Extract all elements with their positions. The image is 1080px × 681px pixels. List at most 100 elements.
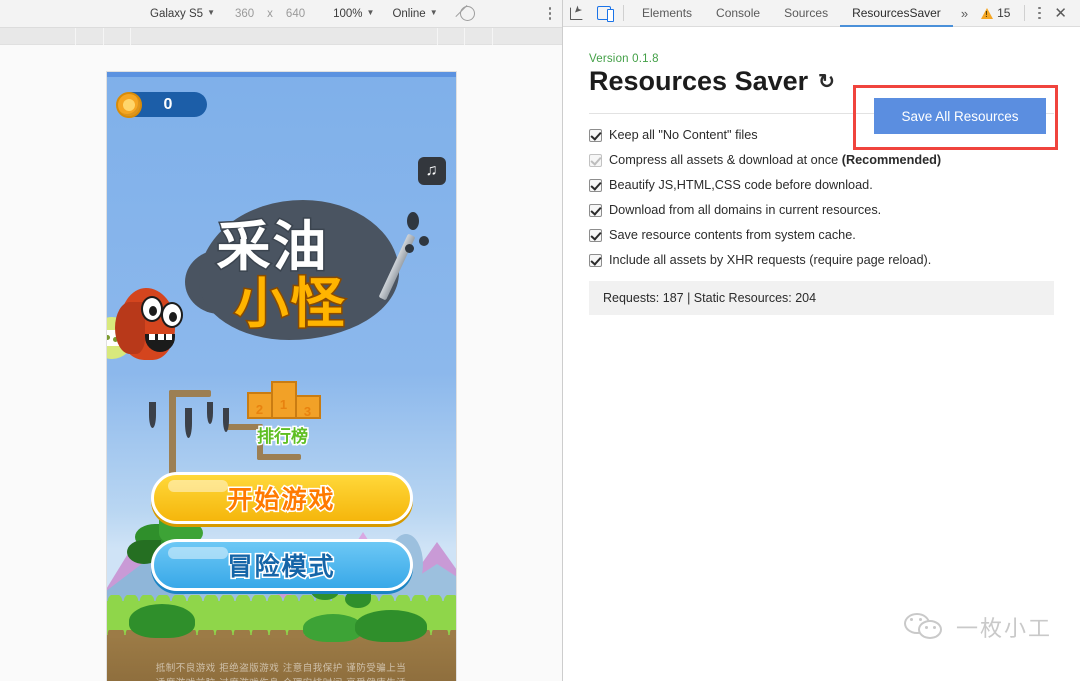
start-game-label: 开始游戏 [226, 484, 336, 516]
game-title-line1: 采油 [215, 215, 329, 278]
device-emulation-pane: Galaxy S5 ▼ 360 x 640 100% ▼ Online ▼ 0 … [0, 0, 563, 681]
option-label-emphasis: (Recommended) [841, 153, 942, 167]
toolbar-divider [1024, 5, 1026, 21]
viewport-top-bar [106, 72, 456, 77]
checkbox-icon[interactable] [589, 179, 602, 192]
device-selector-label: Galaxy S5 [150, 7, 204, 20]
game-title-line2: 小怪 [233, 272, 347, 335]
oil-drip [148, 402, 156, 428]
emulated-page-viewport[interactable]: 0 ♫ 采油 小怪 2 1 3 排行榜 开始游戏 冒险模式 抵制不良游戏 拒绝盗… [106, 72, 456, 681]
option-label: Include all assets by XHR requests (requ… [609, 253, 932, 267]
device-stage: 0 ♫ 采油 小怪 2 1 3 排行榜 开始游戏 冒险模式 抵制不良游戏 拒绝盗… [0, 45, 562, 681]
pipe [256, 454, 301, 460]
warning-badge[interactable]: 15 [981, 6, 1010, 20]
save-all-resources-button[interactable]: Save All Resources [874, 98, 1046, 134]
checkbox-icon[interactable] [589, 229, 602, 242]
option-all-domains[interactable]: Download from all domains in current res… [589, 203, 1054, 217]
checkbox-icon[interactable] [589, 129, 602, 142]
devtools-menu-icon[interactable] [1031, 6, 1047, 20]
more-tabs-icon[interactable]: » [953, 6, 976, 21]
warning-count: 15 [997, 6, 1011, 20]
viewport-ruler [0, 28, 562, 45]
viewport-width-input[interactable]: 360 [235, 8, 254, 20]
toolbar-divider [623, 5, 624, 21]
bush-frond [344, 590, 371, 608]
podium-second: 2 [246, 392, 273, 419]
coin-value: 0 [163, 95, 173, 113]
bush [354, 610, 427, 642]
watermark-text: 一枚小工 [955, 617, 1052, 642]
option-xhr-requests[interactable]: Include all assets by XHR requests (requ… [589, 253, 1054, 267]
health-notice-line2: 适度游戏益脑 过度游戏伤身 合理安排时间 享受健康生活 [107, 676, 456, 681]
tab-console[interactable]: Console [704, 0, 772, 27]
devtools-panel: Elements Console Sources ResourcesSaver … [563, 0, 1080, 681]
device-toolbar-right [542, 7, 558, 20]
leaderboard-podium[interactable]: 2 1 3 [246, 377, 321, 419]
monster-eye [160, 302, 183, 328]
option-beautify-code[interactable]: Beautify JS,HTML,CSS code before downloa… [589, 178, 1054, 192]
toggle-device-toolbar-icon[interactable] [590, 0, 617, 27]
option-system-cache[interactable]: Save resource contents from system cache… [589, 228, 1054, 242]
width-value: 360 [234, 7, 255, 20]
resources-saver-body: Version 0.1.8 Resources Saver ↻ Save All… [563, 27, 1080, 681]
podium-third: 3 [294, 395, 321, 419]
tab-sources[interactable]: Sources [772, 0, 840, 27]
bush [302, 614, 363, 642]
music-note-icon[interactable]: ♫ [417, 157, 446, 185]
warning-triangle-icon [981, 7, 994, 19]
coin-icon [115, 91, 142, 118]
tab-resourcessaver[interactable]: ResourcesSaver [840, 0, 953, 27]
podium-first: 1 [270, 381, 297, 419]
inspect-element-icon[interactable] [563, 0, 590, 27]
oil-splat [406, 212, 419, 230]
start-game-button[interactable]: 开始游戏 [150, 472, 413, 524]
bush [128, 604, 195, 638]
dimension-separator: x [267, 7, 273, 20]
zoom-selector[interactable]: 100% ▼ [333, 8, 374, 20]
option-label: Beautify JS,HTML,CSS code before downloa… [609, 178, 873, 192]
kebab-menu-icon[interactable] [542, 7, 558, 20]
devtools-window: Galaxy S5 ▼ 360 x 640 100% ▼ Online ▼ 0 … [0, 0, 1080, 681]
zoom-value: 100% [333, 7, 363, 20]
option-compress-assets[interactable]: Compress all assets & download at once (… [589, 153, 1054, 167]
chevron-down-icon: ▼ [207, 8, 215, 17]
refresh-icon[interactable]: ↻ [818, 69, 835, 94]
device-selector[interactable]: Galaxy S5 ▼ [150, 8, 215, 20]
adventure-mode-label: 冒险模式 [226, 551, 336, 583]
oil-splat [418, 236, 429, 246]
checkbox-icon[interactable] [589, 154, 602, 167]
option-label: Download from all domains in current res… [609, 203, 882, 217]
no-throttling-icon[interactable] [459, 6, 475, 21]
monster-eye [140, 296, 163, 322]
leaderboard-label[interactable]: 排行榜 [229, 422, 337, 449]
pipe [168, 390, 211, 397]
panel-title-text: Resources Saver [589, 66, 809, 96]
throttling-value: Online [392, 7, 426, 20]
option-label: Save resource contents from system cache… [609, 228, 856, 242]
oil-drip [206, 402, 213, 424]
devtools-tabbar: Elements Console Sources ResourcesSaver … [563, 0, 1080, 27]
throttling-selector[interactable]: Online ▼ [392, 8, 437, 20]
music-note-glyph: ♫ [425, 162, 438, 179]
health-notice: 抵制不良游戏 拒绝盗版游戏 注意自我保护 谨防受骗上当 适度游戏益脑 过度游戏伤… [107, 661, 456, 681]
height-value: 640 [285, 7, 306, 20]
watermark: 一枚小工 [903, 611, 1052, 643]
health-notice-line1: 抵制不良游戏 拒绝盗版游戏 注意自我保护 谨防受骗上当 [155, 663, 407, 674]
tab-elements[interactable]: Elements [630, 0, 704, 27]
adventure-mode-button[interactable]: 冒险模式 [150, 539, 413, 591]
wechat-logo-icon [903, 613, 946, 641]
version-label: Version 0.1.8 [589, 53, 659, 65]
close-icon[interactable]: ✕ [1047, 4, 1074, 22]
viewport-height-input[interactable]: 640 [286, 8, 305, 20]
option-label: Compress all assets & download at once (… [609, 153, 942, 167]
resource-stats: Requests: 187 | Static Resources: 204 [589, 281, 1054, 315]
chevron-down-icon: ▼ [429, 8, 438, 17]
oil-drip [184, 408, 192, 438]
monster-fur [114, 302, 145, 354]
checkbox-icon[interactable] [589, 254, 602, 267]
monster-character [114, 272, 185, 367]
option-label: Keep all "No Content" files [609, 128, 758, 142]
checkbox-icon[interactable] [589, 204, 602, 217]
device-toolbar: Galaxy S5 ▼ 360 x 640 100% ▼ Online ▼ [0, 0, 562, 28]
devtools-tabbar-right: 15 ✕ [981, 4, 1080, 22]
